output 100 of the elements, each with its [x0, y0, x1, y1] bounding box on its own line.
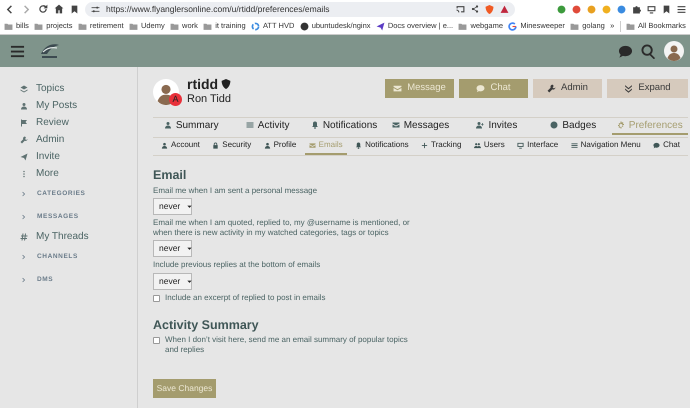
- avatar[interactable]: [664, 41, 684, 61]
- user-icon: [161, 142, 168, 148]
- chat-icon[interactable]: [618, 44, 633, 58]
- folder-icon: [4, 22, 13, 30]
- folder-icon: [626, 22, 635, 30]
- shield-icon: [485, 4, 494, 14]
- back-icon[interactable]: [4, 4, 15, 14]
- sidebar-icon[interactable]: [647, 4, 656, 14]
- tab[interactable]: Summary: [153, 118, 230, 134]
- moderator-icon: [221, 79, 232, 89]
- list-icon: [570, 142, 578, 148]
- address-bar[interactable]: https://www.flyanglersonline.com/u/rtidd/preferences/emails: [85, 2, 515, 16]
- folder-icon: [570, 22, 580, 30]
- reload-icon[interactable]: [38, 4, 48, 14]
- sidebar-item[interactable]: Invite: [0, 148, 137, 165]
- envelope-icon: [392, 121, 400, 129]
- section-heading: Email: [153, 168, 188, 182]
- users-icon: [474, 142, 481, 148]
- checkbox[interactable]: [153, 294, 160, 302]
- caret-icon: [186, 278, 194, 285]
- tab[interactable]: Account: [157, 138, 204, 154]
- add-user-icon: [476, 121, 484, 129]
- tab[interactable]: Users: [470, 138, 509, 154]
- caret-icon: [186, 245, 194, 252]
- search-icon[interactable]: [641, 44, 656, 58]
- chevron-icon: [21, 254, 27, 260]
- layers-icon: [20, 84, 28, 92]
- sidebar-item[interactable]: My Threads: [0, 228, 137, 245]
- flag-icon: [20, 118, 28, 126]
- tab[interactable]: Activity: [229, 118, 306, 134]
- field-label: Email me when I am quoted, replied to, my @username is mentioned, or when there is new activity in my watched categories, tags or topics: [153, 218, 411, 238]
- hash-icon: [20, 232, 28, 240]
- wrench-icon: [20, 136, 28, 144]
- menu-icon[interactable]: [10, 44, 25, 58]
- tab[interactable]: Tracking: [417, 138, 466, 154]
- extensions-icon[interactable]: [632, 4, 641, 14]
- bell-icon: [310, 121, 319, 129]
- dropdown[interactable]: never: [153, 272, 192, 290]
- folder-icon: [203, 22, 212, 30]
- bookmark-icon[interactable]: [70, 4, 79, 14]
- list-icon: [246, 121, 254, 129]
- logo-icon[interactable]: [39, 42, 61, 60]
- checkbox[interactable]: [153, 337, 160, 344]
- cast-icon: [456, 4, 465, 14]
- tab[interactable]: Interface: [513, 138, 562, 154]
- tab[interactable]: Badges: [535, 118, 612, 134]
- caret-icon: [186, 203, 194, 210]
- admin-button[interactable]: Admin: [533, 79, 602, 98]
- dropdown[interactable]: never: [153, 198, 192, 216]
- field-label: Email me when I am sent a personal message: [153, 186, 318, 196]
- sidebar-item[interactable]: Admin: [0, 131, 137, 148]
- user-icon: [20, 102, 28, 110]
- lock-icon: [212, 142, 220, 148]
- tab[interactable]: Invites: [458, 118, 536, 134]
- folder-icon: [458, 22, 468, 30]
- double-chevron-icon: [624, 84, 634, 93]
- envelope-icon: [308, 142, 316, 148]
- speech-bubble-icon: [653, 142, 660, 148]
- ring-icon: [250, 22, 260, 30]
- tab[interactable]: Navigation Menu: [566, 138, 645, 154]
- sidebar-item[interactable]: My Posts: [0, 97, 137, 114]
- checkbox-label: Include an excerpt of replied to post in emails: [165, 292, 326, 302]
- chevron-icon: [21, 190, 27, 196]
- envelope-icon: [393, 84, 402, 93]
- sidebar-item[interactable]: Review: [0, 114, 137, 131]
- checkbox-label: When I don’t visit here, send me an email summary of popular topics and replies: [165, 335, 409, 355]
- gear-icon: [616, 121, 625, 129]
- tab[interactable]: Notifications: [351, 138, 413, 154]
- reading-list-icon[interactable]: [662, 4, 671, 14]
- username: rtidd: [187, 77, 218, 91]
- dropdown[interactable]: never: [153, 240, 192, 258]
- triangle-icon: [500, 4, 509, 14]
- home-icon[interactable]: [54, 4, 64, 14]
- section-heading: Activity Summary: [153, 318, 260, 334]
- speech-bubble-icon: [476, 84, 486, 93]
- folder-icon: [128, 22, 138, 30]
- tab[interactable]: Profile: [260, 138, 300, 154]
- user-icon: [264, 142, 271, 148]
- plus-icon: [421, 142, 428, 148]
- full-name: Ron Tidd: [187, 92, 232, 107]
- chevron-icon: [21, 276, 27, 282]
- g-logo-icon: [508, 22, 518, 30]
- tab[interactable]: Messages: [382, 118, 459, 134]
- tab[interactable]: Notifications: [306, 118, 382, 134]
- expand-button[interactable]: Expand: [607, 79, 688, 98]
- tab[interactable]: Security: [208, 138, 256, 154]
- monitor-icon: [517, 142, 524, 148]
- chevron-icon: [21, 214, 27, 220]
- menu-icon[interactable]: [677, 4, 686, 14]
- tab[interactable]: Chat: [649, 138, 684, 154]
- user-icon: [164, 121, 172, 129]
- bell-icon: [355, 142, 362, 148]
- share-icon: [471, 5, 479, 13]
- admin-badge: A: [169, 93, 182, 106]
- send-icon: [20, 152, 28, 160]
- folder-icon: [170, 22, 180, 30]
- folder-icon: [78, 22, 87, 30]
- site-settings-icon: [91, 4, 100, 14]
- sidebar-item[interactable]: Topics: [0, 80, 137, 97]
- sidebar-item[interactable]: More: [0, 165, 137, 182]
